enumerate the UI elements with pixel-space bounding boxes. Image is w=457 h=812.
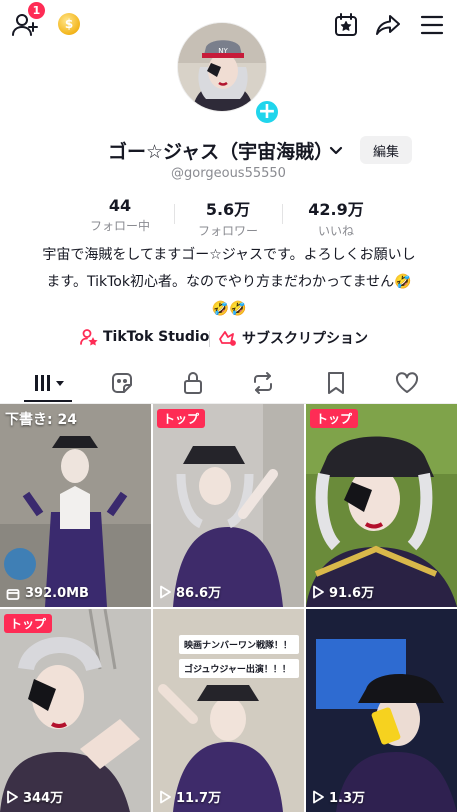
favorites-tab[interactable]: [102, 368, 142, 398]
stat-following-count: 44: [108, 196, 132, 215]
bookmark-icon: [328, 372, 344, 394]
video-size-value: 392.0MB: [25, 586, 89, 601]
view-count: 86.6万: [159, 582, 221, 601]
videos-tab[interactable]: [28, 368, 70, 398]
repost-icon: [254, 372, 272, 394]
view-count-value: 344万: [23, 791, 64, 806]
subscription-icon: [219, 331, 236, 346]
edit-profile-button[interactable]: 編集: [360, 136, 412, 164]
video-thumbnail: [306, 609, 457, 812]
play-icon: [160, 585, 171, 598]
profile-stats: 44 フォロー中 5.6万 フォロワー 42.9万 いいね: [0, 196, 457, 239]
video-tile[interactable]: トップ 344万: [0, 609, 151, 812]
video-tile[interactable]: 映画ナンバーワン戦隊！！ ゴジュウジャー出演！！！ 11.7万: [153, 609, 304, 812]
stat-divider: [174, 204, 175, 224]
view-count: 1.3万: [312, 787, 365, 806]
video-tile[interactable]: トップ 91.6万: [306, 404, 457, 607]
saved-tab[interactable]: [316, 368, 356, 398]
calendar-star-icon[interactable]: [331, 10, 361, 40]
storage-icon: [6, 588, 20, 600]
caption-line-2: ゴジュウジャー出演！！！: [179, 659, 299, 678]
view-count: 91.6万: [312, 582, 374, 601]
add-avatar-button[interactable]: +: [253, 98, 281, 126]
view-count: 11.7万: [159, 787, 221, 806]
reposts-tab[interactable]: [243, 368, 283, 398]
view-count-value: 1.3万: [329, 791, 366, 806]
private-tab[interactable]: [173, 368, 213, 398]
drafts-tile[interactable]: 下書き: 24 392.0MB: [0, 404, 151, 607]
studio-icon: [80, 329, 98, 346]
top-tag: トップ: [157, 409, 206, 428]
profile-bio: 宇宙で海賊をしてますゴー☆ジャスです。よろしくお願いします。TikTok初心者。…: [42, 247, 416, 317]
video-thumbnail: [306, 404, 457, 607]
links-divider: [209, 331, 210, 347]
heart-icon: [395, 372, 419, 393]
stat-followers-count: 5.6万: [205, 200, 251, 219]
tiktok-studio-label: TikTok Studio: [103, 329, 210, 345]
name-row: ゴー☆ジャス（宇宙海賊） 編集: [0, 134, 457, 166]
view-count-value: 11.7万: [176, 791, 222, 806]
view-count-value: 86.6万: [176, 586, 222, 601]
play-icon: [313, 585, 324, 598]
chevron-down-icon[interactable]: [328, 142, 344, 162]
stat-followers-label: フォロワー: [197, 224, 258, 238]
profile-name[interactable]: ゴー☆ジャス（宇宙海賊）: [108, 137, 333, 164]
video-thumbnail: [0, 609, 151, 812]
liked-tab[interactable]: [387, 368, 427, 398]
avatar[interactable]: NY: [177, 22, 267, 112]
video-tile[interactable]: トップ 86.6万: [153, 404, 304, 607]
play-icon: [160, 790, 171, 803]
drafts-count-label: 下書き: 24: [5, 412, 77, 428]
stat-following[interactable]: 44 フォロー中: [75, 196, 165, 234]
stat-likes[interactable]: 42.9万 いいね: [291, 196, 381, 239]
username-handle: @gorgeous55550: [171, 166, 286, 181]
view-count: 344万: [6, 787, 63, 806]
svg-text:NY: NY: [218, 47, 228, 55]
top-tag: トップ: [310, 409, 359, 428]
lock-icon: [184, 372, 202, 394]
subscription-label: サブスクリプション: [242, 331, 368, 347]
subscription-link[interactable]: サブスクリプション: [217, 328, 368, 348]
tiktok-studio-link[interactable]: TikTok Studio: [80, 328, 209, 346]
stat-followers[interactable]: 5.6万 フォロワー: [183, 196, 273, 239]
active-tab-underline: [24, 400, 72, 402]
caption-line-1: 映画ナンバーワン戦隊！！: [179, 635, 299, 654]
video-tile[interactable]: 1.3万: [306, 609, 457, 812]
stat-following-label: フォロー中: [89, 219, 150, 233]
video-grid: 下書き: 24 392.0MB トップ 86.6万 トップ 91.6万 トップ …: [0, 404, 457, 812]
video-thumbnail: [0, 404, 151, 607]
play-icon: [313, 790, 324, 803]
share-icon[interactable]: [373, 10, 403, 40]
notification-badge: 1: [28, 2, 45, 19]
stat-likes-label: いいね: [317, 224, 354, 238]
videos-grid-icon: [35, 375, 64, 391]
sticker-face-icon: [112, 373, 132, 393]
play-icon: [7, 790, 18, 803]
content-tabs: [0, 364, 457, 404]
view-count-value: 91.6万: [329, 586, 375, 601]
menu-icon[interactable]: [417, 10, 447, 40]
top-tag: トップ: [4, 614, 53, 633]
stat-likes-count: 42.9万: [308, 200, 364, 219]
coin-icon[interactable]: $: [58, 13, 80, 35]
video-size: 392.0MB: [6, 586, 89, 601]
profile-links: TikTok Studio サブスクリプション: [0, 325, 457, 351]
stat-divider: [282, 204, 283, 224]
video-thumbnail: [153, 404, 304, 607]
